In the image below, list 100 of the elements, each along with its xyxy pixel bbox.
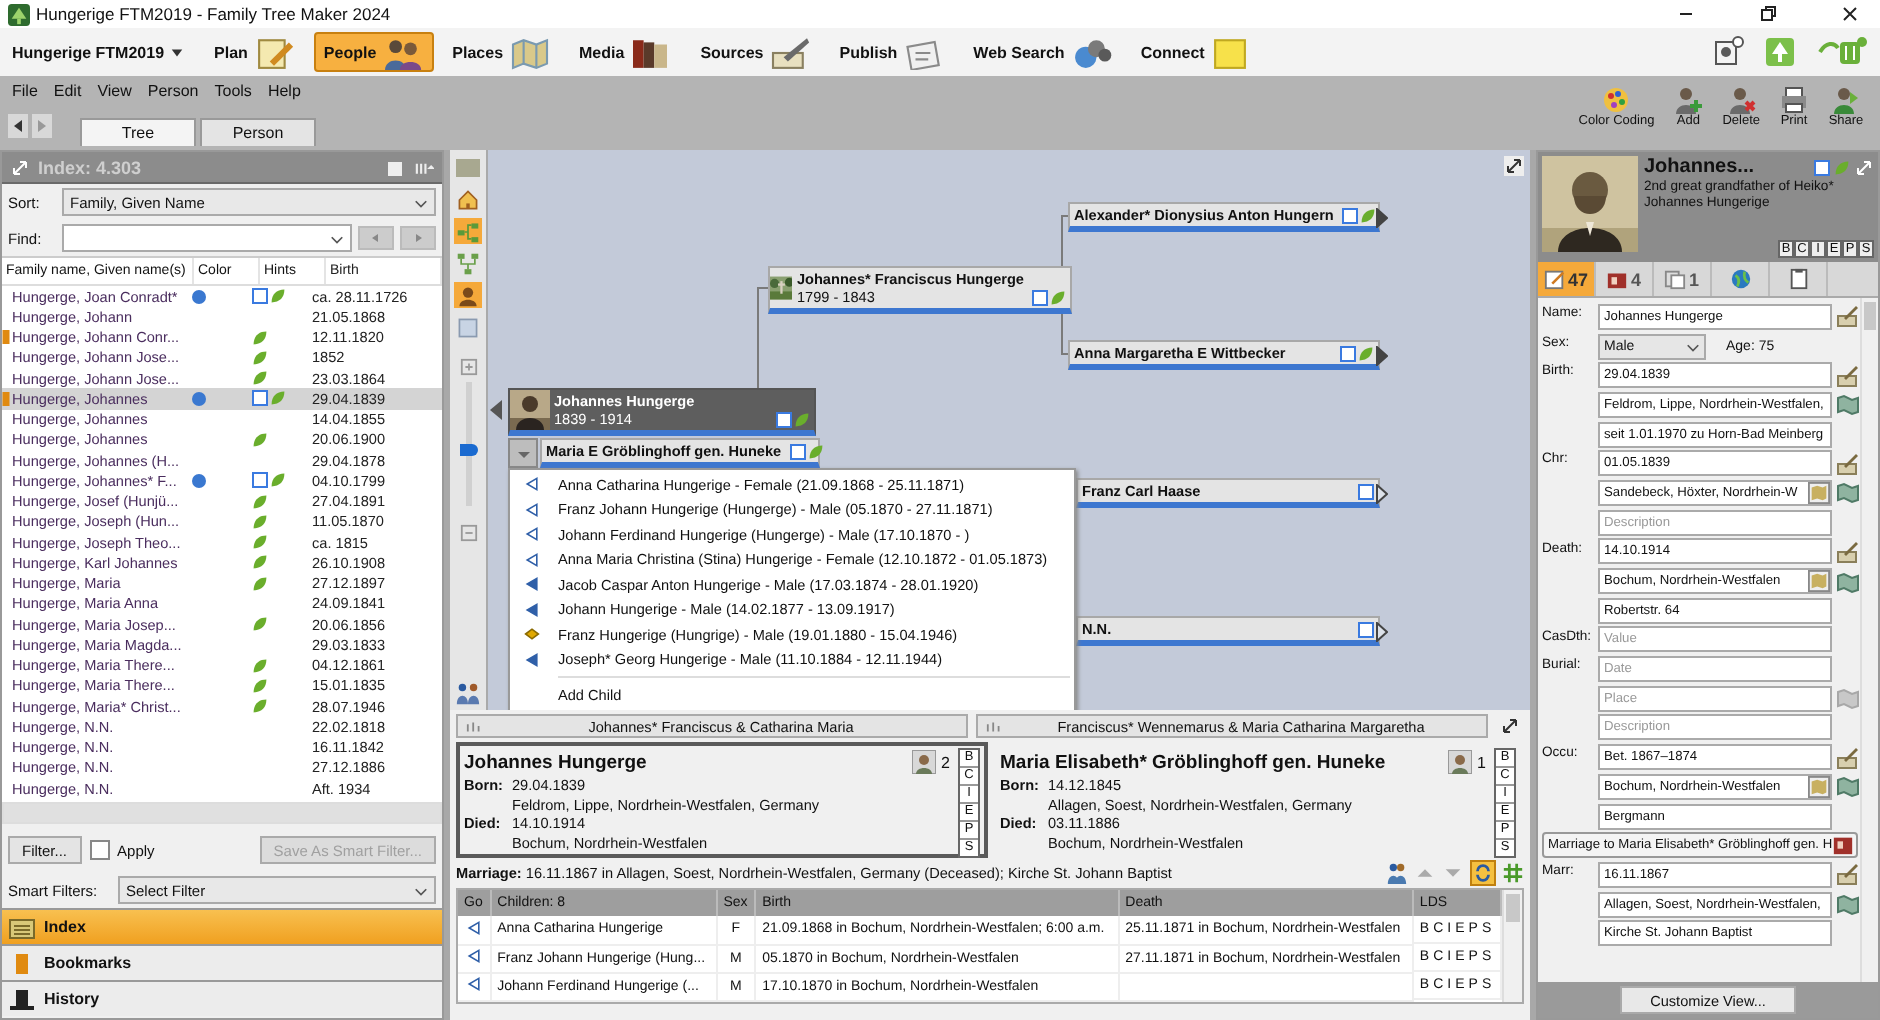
horizontal-scrollbar[interactable] (2, 802, 442, 824)
person-photo-icon[interactable] (911, 750, 936, 774)
find-field[interactable] (62, 224, 352, 252)
document-icon[interactable] (386, 157, 406, 177)
source-citation-icon[interactable] (1836, 363, 1861, 388)
menu-item[interactable]: Person (139, 81, 207, 99)
photo-frame-icon[interactable] (1712, 36, 1744, 68)
place-lookup-icon[interactable] (1808, 570, 1831, 593)
leaf-icon[interactable] (270, 390, 286, 407)
map-icon[interactable] (1836, 569, 1861, 594)
collapse-icon[interactable] (1854, 157, 1874, 177)
menu-item[interactable]: Edit (45, 81, 90, 99)
next-button[interactable] (400, 226, 436, 250)
previous-button[interactable] (358, 226, 394, 250)
leaf-icon[interactable] (794, 412, 810, 428)
menu-item[interactable]: File (4, 81, 46, 99)
leaf-icon[interactable] (270, 472, 286, 489)
nav-tab[interactable]: Places (442, 32, 562, 72)
person-photo-icon[interactable] (1447, 750, 1472, 774)
expand-icon[interactable] (1504, 156, 1524, 176)
source-citation-icon[interactable] (1836, 745, 1861, 770)
record-hint-icon[interactable] (252, 288, 268, 305)
record-hint-icon[interactable] (776, 412, 792, 428)
leaf-icon[interactable] (807, 444, 824, 460)
blank-view-icon[interactable] (454, 314, 482, 340)
nav-tab[interactable]: Media (569, 32, 683, 72)
tree-icon[interactable] (454, 250, 482, 276)
leaf-icon[interactable] (252, 349, 268, 366)
leaf-icon[interactable] (252, 554, 268, 571)
leaf-icon[interactable] (252, 370, 268, 387)
map-icon[interactable] (1836, 392, 1861, 417)
menu-item[interactable]: Help (259, 81, 309, 99)
leaf-icon[interactable] (252, 698, 268, 715)
back-arrow-icon[interactable] (8, 114, 28, 138)
leaf-icon[interactable] (252, 616, 268, 633)
leaf-icon[interactable] (252, 431, 268, 448)
view-tab[interactable]: Tree (80, 118, 196, 146)
nav-tab[interactable]: Connect (1130, 32, 1263, 72)
record-hint-icon[interactable] (789, 444, 806, 460)
leaf-icon[interactable] (252, 513, 268, 530)
tree-icon[interactable] (454, 218, 482, 244)
panel-tab[interactable]: 1 (1654, 262, 1712, 296)
close-icon[interactable] (1840, 4, 1860, 24)
panel-tab[interactable]: 4 (1596, 262, 1654, 296)
triangle-left-icon[interactable] (490, 400, 502, 420)
nav-tab[interactable]: Publish (829, 32, 956, 72)
tree-icon[interactable] (1764, 36, 1796, 68)
source-citation-icon[interactable] (1836, 539, 1861, 564)
triangle-right-icon[interactable] (1376, 484, 1388, 504)
menu-item[interactable]: View (89, 81, 140, 99)
leaf-icon[interactable] (252, 677, 268, 694)
grid-icon[interactable] (1502, 862, 1524, 884)
sync-icon[interactable] (1816, 36, 1868, 68)
nav-tab[interactable]: Web Search (963, 32, 1123, 72)
leaf-icon[interactable] (252, 493, 268, 510)
leaf-icon[interactable] (1050, 290, 1066, 306)
nav-tab[interactable]: People (313, 32, 435, 72)
panel-tab[interactable]: History (2, 980, 442, 1016)
zoom-slider-thumb[interactable] (459, 443, 477, 456)
leaf-icon[interactable] (252, 534, 268, 551)
panel-tab[interactable]: Bookmarks (2, 944, 442, 980)
expand-icon[interactable] (1500, 716, 1520, 736)
record-hint-icon[interactable] (1032, 290, 1048, 306)
leaf-icon[interactable] (252, 575, 268, 592)
checkbox[interactable] (89, 840, 110, 860)
leaf-icon[interactable] (270, 288, 286, 305)
folder-icon[interactable] (454, 154, 482, 180)
source-citation-icon[interactable] (1836, 451, 1861, 476)
map-icon[interactable] (1836, 892, 1861, 917)
source-citation-icon[interactable] (1836, 862, 1861, 887)
menu-item[interactable]: Tools (206, 81, 260, 99)
record-hint-icon[interactable] (1358, 622, 1374, 638)
triangle-right-icon[interactable] (1376, 622, 1388, 642)
zoom-out-icon[interactable] (459, 524, 477, 542)
record-hint-icon[interactable] (1814, 159, 1830, 175)
swap-icon[interactable] (1470, 860, 1496, 886)
record-hint-icon[interactable] (1340, 346, 1356, 362)
map-icon[interactable] (1836, 480, 1861, 505)
restore-icon[interactable] (1758, 4, 1778, 24)
source-citation-icon[interactable] (1836, 304, 1861, 329)
nav-tab[interactable]: Plan (204, 32, 306, 72)
record-hint-icon[interactable] (1358, 484, 1374, 500)
scrollbar-thumb[interactable] (1864, 302, 1876, 330)
collapse-icon[interactable] (10, 157, 30, 177)
place-lookup-icon[interactable] (1808, 775, 1831, 798)
map-icon[interactable] (1836, 774, 1861, 799)
home-icon[interactable] (454, 186, 482, 212)
triangle-right-icon[interactable] (1376, 208, 1388, 228)
leaf-icon[interactable] (252, 329, 268, 346)
person-icon[interactable] (454, 282, 482, 308)
tree-dropdown[interactable]: Hungerige FTM2019 (12, 43, 197, 61)
family-icon[interactable] (454, 680, 482, 706)
zoom-in-icon[interactable] (459, 358, 477, 376)
record-hint-icon[interactable] (252, 390, 268, 407)
family-icon[interactable] (1386, 862, 1408, 884)
panel-tab[interactable]: 47 (1538, 262, 1596, 296)
leaf-icon[interactable] (252, 657, 268, 674)
triangle-right-icon[interactable] (1376, 346, 1388, 366)
scrollbar-thumb[interactable] (1506, 894, 1520, 922)
record-hint-icon[interactable] (1341, 208, 1358, 224)
